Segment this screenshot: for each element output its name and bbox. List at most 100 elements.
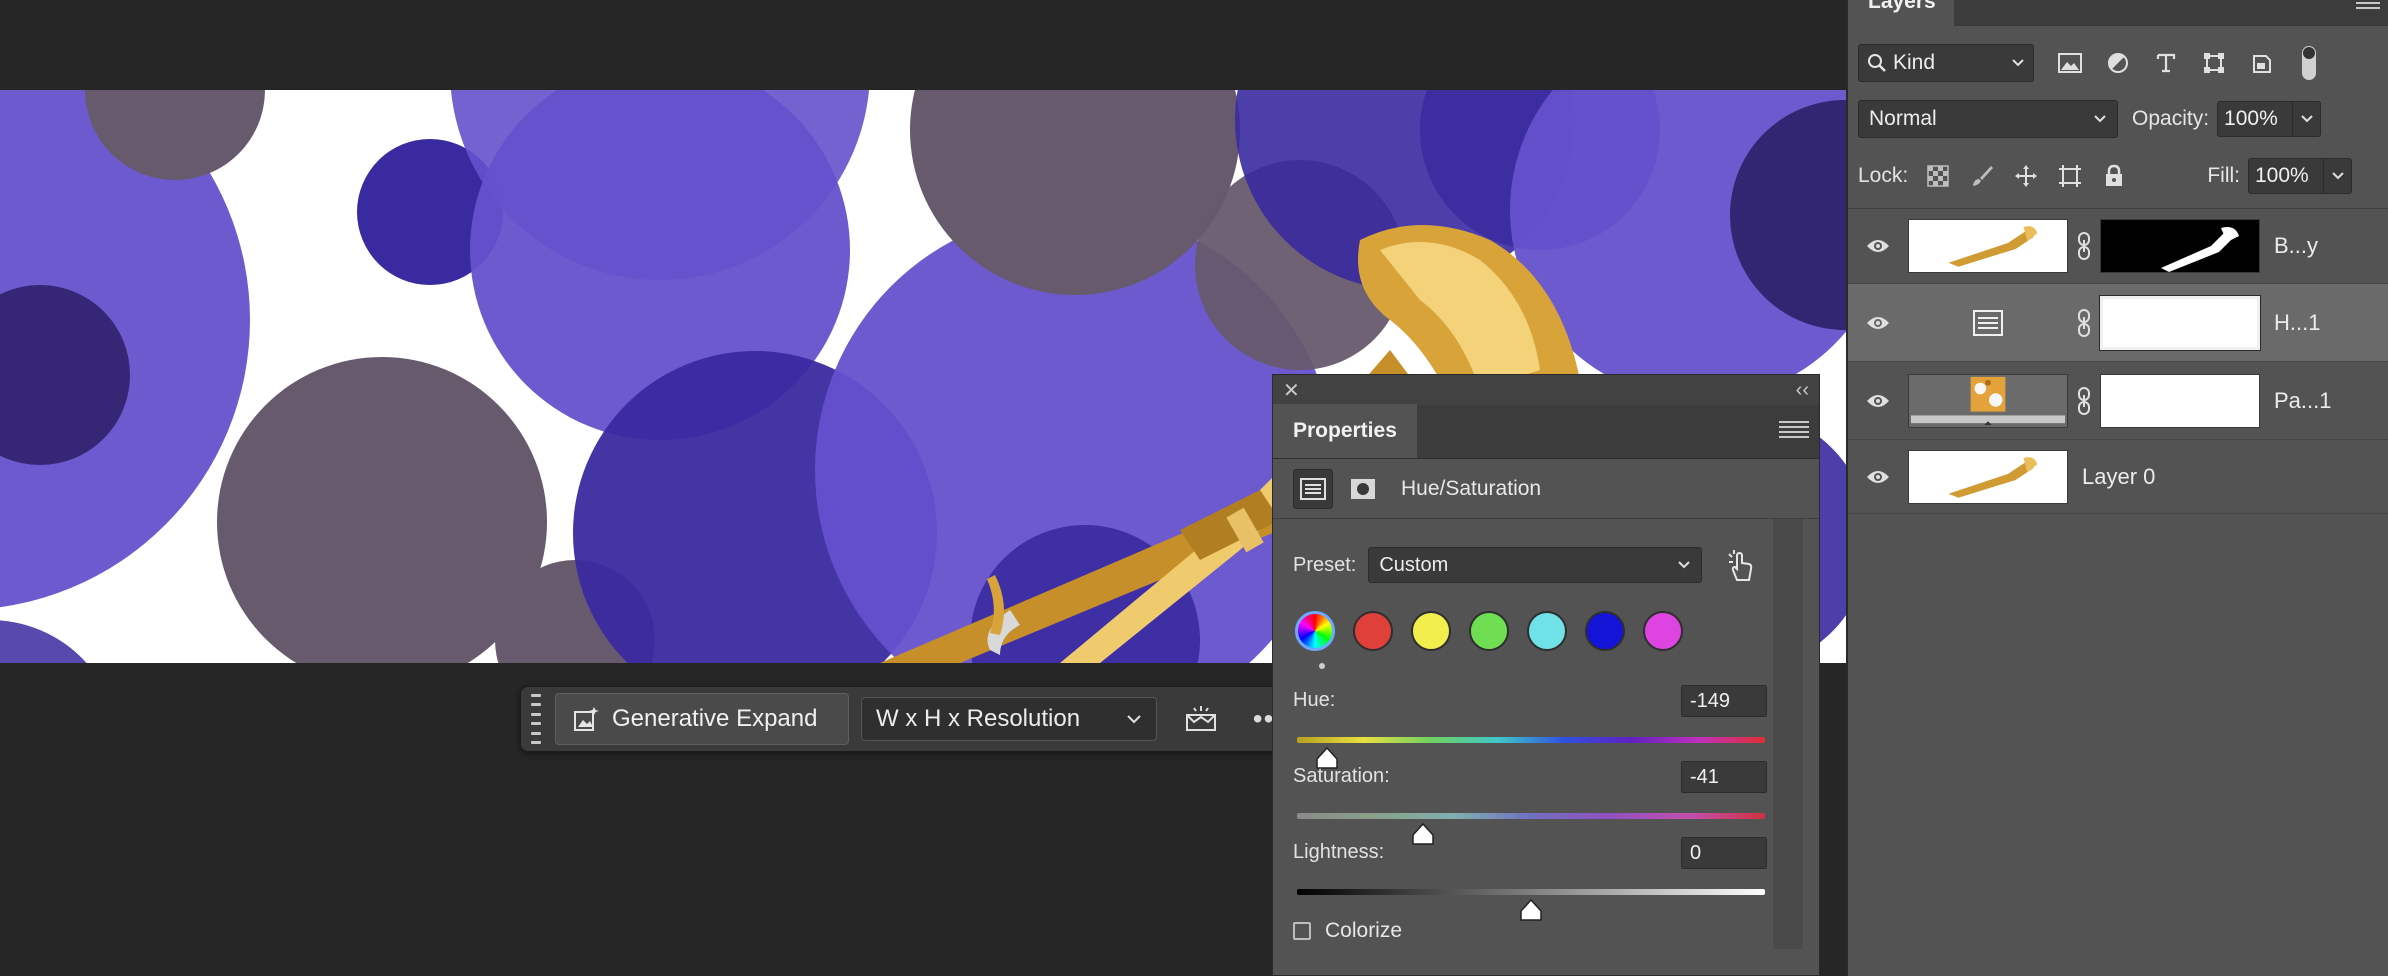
smart-object-icon [2253, 55, 2271, 73]
lock-artboard-button[interactable] [2056, 162, 2084, 190]
fill-dropdown[interactable] [2324, 158, 2352, 194]
tab-layers-label: Layers [1868, 0, 1936, 13]
saturation-label: Saturation: [1293, 765, 1390, 787]
adjustment-mask-button[interactable] [1343, 469, 1383, 509]
lock-label: Lock: [1858, 164, 1909, 187]
brush-icon [1973, 166, 1994, 186]
filter-adjustment-button[interactable] [2104, 49, 2132, 77]
layer-row[interactable]: Layer 0 [1848, 440, 2388, 514]
checkerboard-icon [1927, 165, 1949, 187]
preset-label: Preset: [1293, 553, 1357, 576]
tab-properties[interactable]: Properties [1273, 404, 1417, 458]
layer-name: Pa...1 [2274, 387, 2332, 413]
filter-toggle[interactable] [2302, 46, 2316, 80]
filter-pixel-button[interactable] [2056, 49, 2084, 77]
layer-visibility-toggle[interactable] [1848, 393, 1908, 409]
trumpet-mask-image [2101, 219, 2259, 272]
layer-mask-thumbnail[interactable] [2099, 294, 2261, 351]
layer-mask-thumbnail[interactable] [2100, 373, 2260, 428]
targeted-adjustment-tool[interactable] [1721, 547, 1761, 587]
pattern-thumbnail-image [1910, 374, 2066, 427]
move-icon [2015, 165, 2038, 187]
lightness-input[interactable]: 0 [1681, 837, 1767, 869]
properties-body: Preset: Custom Hue: -149 Saturation: -41… [1273, 519, 1819, 949]
lightness-label: Lightness: [1293, 841, 1385, 863]
layer-row[interactable]: H...1 [1848, 284, 2388, 362]
saturation-slider-thumb[interactable] [1411, 823, 1435, 845]
hue-input[interactable]: -149 [1681, 685, 1767, 717]
properties-scrollbar[interactable] [1773, 519, 1803, 949]
chain-link-icon [2078, 231, 2090, 260]
lock-all-button[interactable] [2100, 162, 2128, 190]
chain-link-icon [2078, 308, 2090, 337]
layer-name: Layer 0 [2082, 463, 2156, 489]
search-icon [1868, 54, 1886, 72]
swatch-blues[interactable] [1585, 611, 1625, 651]
preset-select[interactable]: Custom [1368, 547, 1703, 583]
close-icon[interactable]: ✕ [1283, 378, 1300, 403]
swatch-yellows[interactable] [1411, 611, 1451, 651]
filter-kind-value: Kind [1893, 51, 1936, 74]
eye-icon [1867, 470, 1889, 483]
chevron-down-icon [1127, 715, 1141, 724]
crop-options-button[interactable] [1181, 699, 1221, 739]
layer-row[interactable]: B...y [1848, 208, 2388, 284]
type-icon [2156, 53, 2176, 73]
layer-name: H...1 [2274, 309, 2321, 335]
layer-thumbnail [1908, 218, 2068, 273]
lock-position-button[interactable] [2012, 162, 2040, 190]
adjustment-header: Hue/Saturation [1273, 459, 1819, 519]
swatch-master[interactable] [1295, 611, 1335, 651]
filter-kind-select[interactable]: Kind [1858, 44, 2034, 82]
layer-visibility-toggle[interactable] [1848, 469, 1908, 485]
hue-slider-track[interactable] [1297, 737, 1765, 743]
shape-transform-icon [2204, 53, 2224, 73]
swatch-magentas[interactable] [1643, 611, 1683, 651]
saturation-slider-track[interactable] [1297, 813, 1765, 819]
adjustment-settings-button[interactable] [1293, 468, 1333, 509]
filter-shape-button[interactable] [2200, 49, 2228, 77]
filter-type-button[interactable] [2152, 49, 2180, 77]
taskbar-drag-handle[interactable] [531, 694, 541, 744]
panel-menu-icon[interactable] [1779, 421, 1809, 438]
lightness-slider-thumb[interactable] [1519, 899, 1543, 921]
lock-transparency-button[interactable] [1924, 162, 1952, 190]
properties-panel-titlebar: ✕ ‹‹ [1273, 375, 1819, 405]
properties-tab-strip: Properties [1273, 404, 1819, 459]
chevron-down-icon [2300, 115, 2313, 123]
collapse-panel-icon[interactable]: ‹‹ [1796, 379, 1809, 402]
generative-expand-button[interactable]: Generative Expand [555, 693, 849, 745]
lock-pixels-button[interactable] [1968, 162, 1996, 190]
layer-mask-link[interactable] [2068, 386, 2100, 415]
saturation-input[interactable]: -41 [1681, 761, 1767, 793]
swatch-reds[interactable] [1353, 611, 1393, 651]
layers-panel: Layers Kind Normal Opacity: 100% Lock: F… [1846, 0, 2388, 976]
layer-visibility-toggle[interactable] [1848, 238, 1908, 254]
opacity-input[interactable]: 100% [2217, 101, 2294, 137]
filter-smart-object-button[interactable] [2248, 49, 2276, 77]
blend-mode-value: Normal [1869, 107, 1937, 130]
layer-mask-link[interactable] [2068, 231, 2100, 260]
layer-row[interactable]: Pa...1 [1848, 362, 2388, 440]
contextual-task-bar: Generative Expand W x H x Resolution ••• [520, 686, 1316, 752]
swatch-greens[interactable] [1469, 611, 1509, 651]
layer-thumbnail [1908, 296, 2068, 350]
swatch-cyans[interactable] [1527, 611, 1567, 651]
hue-saturation-icon [1300, 477, 1326, 500]
trumpet-thumbnail-image [1909, 450, 2067, 503]
layer-mask-link[interactable] [2068, 308, 2100, 337]
opacity-dropdown[interactable] [2293, 101, 2322, 137]
blend-mode-select[interactable]: Normal [1858, 100, 2118, 138]
fill-input[interactable]: 100% [2248, 158, 2324, 194]
colorize-checkbox[interactable] [1293, 922, 1311, 940]
tab-layers[interactable]: Layers [1848, 0, 1954, 26]
layers-panel-menu-icon[interactable] [2356, 2, 2380, 9]
resolution-select-value: W x H x Resolution [876, 705, 1081, 732]
layer-mask-thumbnail[interactable] [2100, 218, 2260, 273]
lightness-slider-track[interactable] [1297, 889, 1765, 895]
layer-filter-icons [2056, 46, 2316, 80]
resolution-select[interactable]: W x H x Resolution [861, 697, 1157, 741]
selected-swatch-indicator [1319, 663, 1325, 669]
chevron-down-icon [2094, 115, 2106, 123]
layer-visibility-toggle[interactable] [1848, 315, 1908, 331]
